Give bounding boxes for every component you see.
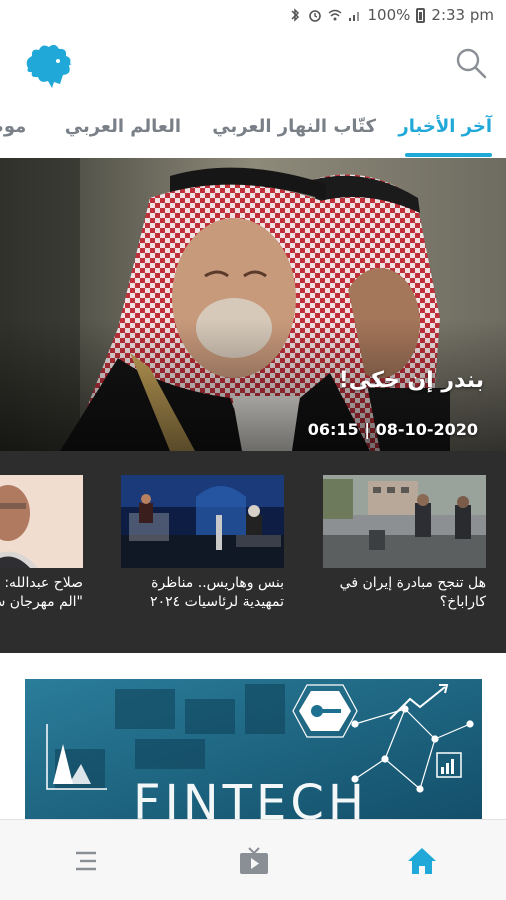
card-title: صلاح عبدالله: "العربي"، "الم مهرجان سي — [0, 575, 83, 610]
section-separator — [0, 653, 506, 679]
tab-latest-news[interactable]: آخر الأخبار — [398, 116, 492, 137]
rooster-logo[interactable] — [22, 42, 74, 90]
alarm-icon — [308, 10, 321, 22]
tab-topics[interactable]: موضوعات — [0, 116, 26, 137]
tab-arab-world[interactable]: العالم العربي — [65, 116, 181, 137]
news-carousel[interactable]: هل تنجح مبادرة إيران في كاراباخ؟ بنس وها… — [0, 451, 506, 653]
status-icons: 100% 2:33 pm — [288, 6, 494, 24]
card-thumbnail — [0, 475, 83, 568]
app-header — [0, 32, 506, 104]
fintech-banner[interactable]: FINTECH — [25, 679, 482, 819]
news-card[interactable]: بنس وهاريس.. مناظرة تمهيدية لرئاسيات ٢٠٢… — [121, 475, 284, 612]
signal-icon — [348, 12, 359, 21]
news-card[interactable]: هل تنجح مبادرة إيران في كاراباخ؟ — [323, 475, 486, 612]
search-icon[interactable] — [454, 46, 488, 80]
battery-percent: 100% — [367, 6, 411, 24]
screen: 100% 2:33 pm آخر الأخبار كتّاب النهار ال… — [0, 0, 506, 900]
card-title: بنس وهاريس.. مناظرة تمهيدية لرئاسيات ٢٠٢… — [150, 575, 284, 610]
clock: 2:33 pm — [431, 6, 494, 24]
active-tab-indicator — [405, 153, 492, 157]
card-thumbnail — [323, 475, 486, 568]
bluetooth-icon — [290, 8, 299, 22]
bottom-nav — [0, 819, 506, 900]
category-tabs: آخر الأخبار كتّاب النهار العربي العالم ا… — [0, 104, 506, 158]
menu-icon[interactable] — [68, 844, 102, 878]
home-icon[interactable] — [405, 844, 439, 878]
battery-icon — [416, 7, 426, 23]
tv-icon[interactable] — [237, 844, 271, 878]
status-bar: 100% 2:33 pm — [0, 0, 506, 32]
hero-title: بندر إن حكى! — [338, 368, 484, 393]
wifi-icon — [328, 9, 341, 21]
news-card[interactable]: صلاح عبدالله: "العربي"، "الم مهرجان سي — [0, 475, 83, 612]
hero-date: 06:15 | 08-10-2020 — [307, 420, 478, 439]
banner-text: FINTECH — [133, 775, 368, 819]
hero-article[interactable]: بندر إن حكى! 06:15 | 08-10-2020 — [0, 158, 506, 451]
card-thumbnail — [121, 475, 284, 568]
hero-image — [0, 158, 506, 451]
tab-annahar-writers[interactable]: كتّاب النهار العربي — [212, 116, 376, 137]
card-title: هل تنجح مبادرة إيران في كاراباخ؟ — [339, 575, 486, 610]
